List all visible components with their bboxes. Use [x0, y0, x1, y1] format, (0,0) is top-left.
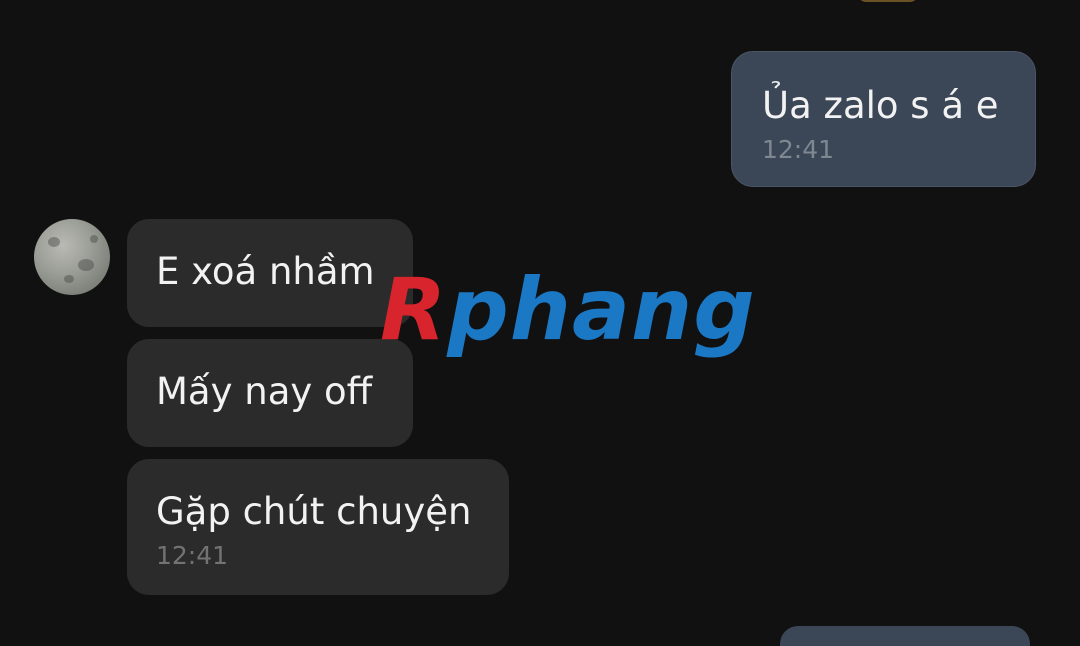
avatar-texture [64, 275, 74, 283]
avatar-texture [48, 237, 60, 247]
previous-message-avatar-edge [858, 0, 918, 2]
message-text: Ủa zalo s á e [762, 84, 999, 127]
message-timestamp: 12:41 [762, 135, 835, 164]
message-text: Gặp chút chuyện [156, 490, 472, 533]
avatar-texture [78, 259, 94, 271]
outgoing-message-bubble[interactable]: Ủa zalo s á e 12:41 [731, 51, 1036, 187]
watermark-logo-text: phang [447, 260, 756, 360]
avatar-texture [90, 235, 98, 243]
message-text: Mấy nay off [156, 370, 373, 413]
contact-avatar[interactable] [34, 219, 110, 295]
incoming-message-bubble[interactable]: Gặp chút chuyện 12:41 [127, 459, 509, 595]
incoming-message-bubble[interactable]: E xoá nhầm [127, 219, 413, 327]
message-timestamp: 12:41 [156, 541, 229, 570]
watermark-logo: Rphang [380, 262, 756, 358]
next-message-bubble-edge [780, 626, 1030, 646]
incoming-message-bubble[interactable]: Mấy nay off [127, 339, 413, 447]
message-text: E xoá nhầm [156, 250, 375, 293]
